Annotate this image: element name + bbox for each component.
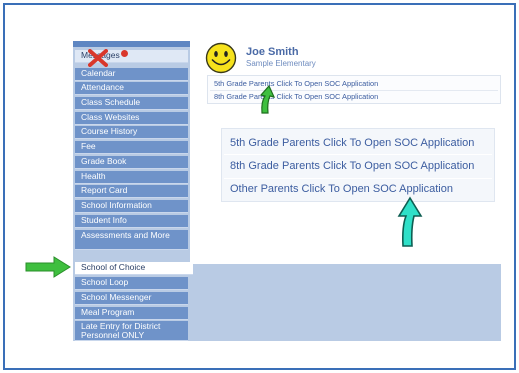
sidebar-item-calendar[interactable]: Calendar — [75, 68, 188, 81]
small-link-8th-grade[interactable]: 8th Grade Parents Click To Open SOC Appl… — [214, 92, 378, 101]
soc-options-panel: 5th Grade Parents Click To Open SOC Appl… — [221, 128, 495, 202]
user-name: Joe Smith — [246, 46, 299, 58]
sidebar-item-label: School of Choice — [81, 262, 146, 272]
red-x-mark-icon — [88, 49, 108, 67]
sidebar-item-label: Late Entry for District Personnel ONLY — [81, 321, 161, 340]
notification-badge-icon — [120, 50, 128, 57]
sidebar-item-class-websites[interactable]: Class Websites — [75, 112, 188, 125]
sidebar-item-course-history[interactable]: Course History — [75, 126, 188, 139]
option-8th-grade[interactable]: 8th Grade Parents Click To Open SOC Appl… — [230, 160, 474, 172]
sidebar-item-label: Report Card — [81, 185, 128, 195]
sidebar-item-late-entry-for-district-personnel-only[interactable]: Late Entry for District Personnel ONLY — [75, 321, 188, 341]
content-background — [190, 264, 501, 341]
sidebar-item-grade-book[interactable]: Grade Book — [75, 156, 188, 169]
sidebar-item-attendance[interactable]: Attendance — [75, 82, 188, 95]
sidebar-item-label: School Information — [81, 200, 152, 210]
sidebar-item-school-of-choice[interactable]: School of Choice — [75, 262, 193, 275]
sidebar-item-label: Student Info — [81, 215, 127, 225]
sidebar-item-label: Fee — [81, 141, 96, 151]
sidebar-item-health[interactable]: Health — [75, 171, 188, 184]
sidebar-item-school-loop[interactable]: School Loop — [75, 277, 188, 290]
sidebar-item-label: School Loop — [81, 277, 129, 287]
sidebar-item-label: Calendar — [81, 68, 116, 78]
divider — [224, 178, 492, 179]
sidebar-item-report-card[interactable]: Report Card — [75, 185, 188, 198]
sidebar-item-label: Health — [81, 171, 106, 181]
sidebar-item-label: Grade Book — [81, 156, 127, 166]
sidebar-item-school-messenger[interactable]: School Messenger — [75, 292, 188, 305]
sidebar-item-label: Attendance — [81, 82, 125, 92]
sidebar-item-label: Meal Program — [81, 307, 135, 317]
smiley-face-icon — [205, 42, 237, 74]
divider — [224, 154, 492, 155]
sidebar-item-label: School Messenger — [81, 292, 152, 302]
soc-links-small: 5th Grade Parents Click To Open SOC Appl… — [207, 75, 501, 104]
sidebar-item-label: Class Websites — [81, 112, 140, 122]
sidebar-item-label: Class Schedule — [81, 97, 141, 107]
divider — [210, 90, 498, 91]
sidebar-item-label: Assessments and More — [81, 230, 170, 240]
small-link-5th-grade[interactable]: 5th Grade Parents Click To Open SOC Appl… — [214, 79, 378, 88]
sidebar-item-meal-program[interactable]: Meal Program — [75, 307, 188, 320]
sidebar-item-student-info[interactable]: Student Info — [75, 215, 188, 228]
sidebar-item-class-schedule[interactable]: Class Schedule — [75, 97, 188, 110]
green-curved-arrow-icon — [259, 84, 276, 114]
option-other-parents[interactable]: Other Parents Click To Open SOC Applicat… — [230, 183, 453, 195]
school-name: Sample Elementary — [246, 59, 316, 68]
sidebar-item-assessments-and-more[interactable]: Assessments and More — [75, 230, 188, 250]
sidebar-item-school-information[interactable]: School Information — [75, 200, 188, 213]
option-5th-grade[interactable]: 5th Grade Parents Click To Open SOC Appl… — [230, 137, 474, 149]
up-arrow-icon — [397, 196, 423, 247]
green-arrow-icon — [25, 256, 71, 278]
sidebar-item-fee[interactable]: Fee — [75, 141, 188, 154]
sidebar-item-label: Course History — [81, 126, 138, 136]
